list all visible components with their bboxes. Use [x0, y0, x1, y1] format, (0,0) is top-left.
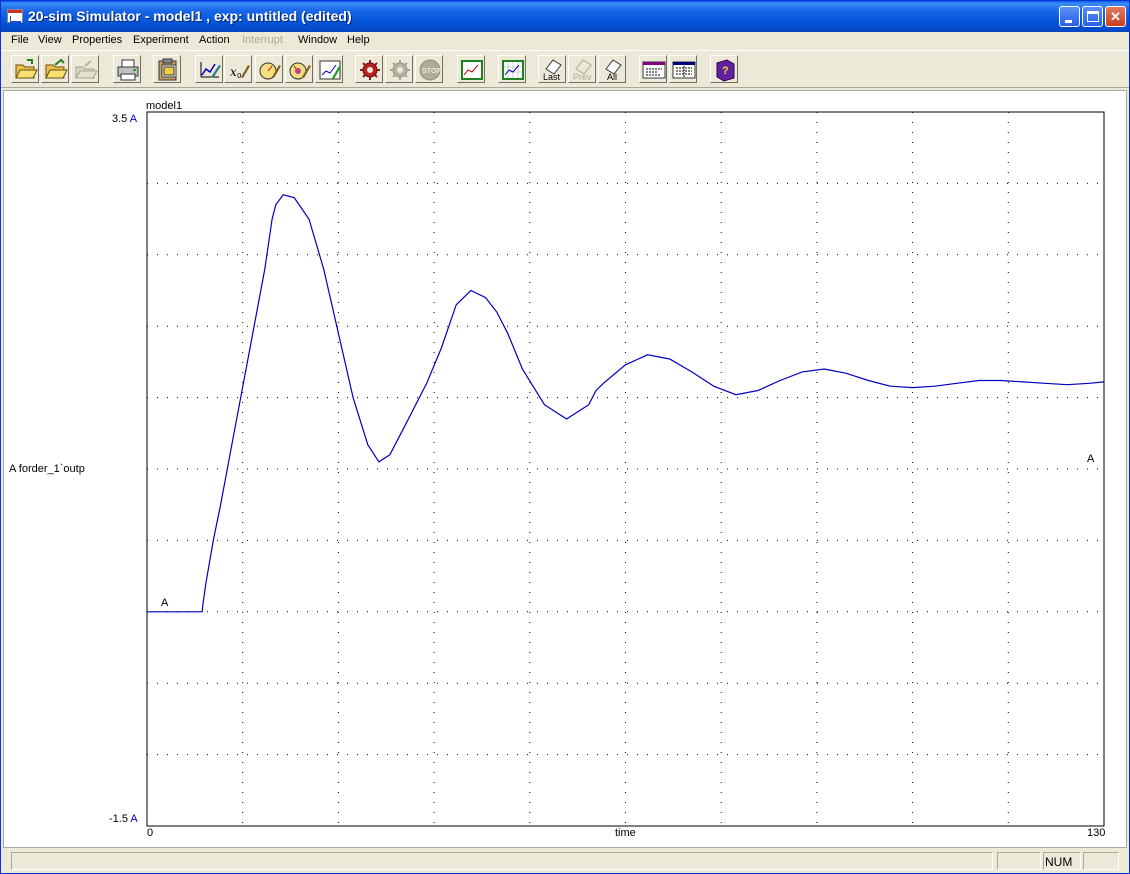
- svg-text:STOP: STOP: [422, 68, 441, 75]
- curve-start-label: A: [161, 597, 169, 609]
- open-folder-arrow-icon: [45, 58, 68, 79]
- minimize-button[interactable]: [1059, 6, 1080, 27]
- save-folder-icon: [75, 60, 98, 79]
- print-button[interactable]: [113, 55, 141, 83]
- status-pane-3: [1083, 852, 1119, 870]
- app-icon[interactable]: [7, 9, 23, 23]
- status-bar: NUM: [1, 849, 1129, 873]
- menu-properties[interactable]: Properties: [72, 34, 122, 46]
- plot-properties-button[interactable]: [195, 55, 223, 83]
- open-button[interactable]: [11, 55, 39, 83]
- open-experiment-button[interactable]: [41, 55, 69, 83]
- equation-icon: [642, 61, 666, 79]
- menu-help[interactable]: Help: [347, 34, 370, 46]
- menu-window[interactable]: Window: [298, 34, 337, 46]
- menu-interrupt[interactable]: Interrupt: [242, 34, 283, 46]
- x-min-tick: 0: [147, 827, 154, 839]
- erase-prev-label: Prev: [573, 72, 592, 82]
- close-icon: ✕: [1110, 9, 1121, 24]
- maximize-icon: [1087, 11, 1099, 22]
- plot-pencil-icon: [200, 62, 221, 78]
- y-max-tick: 3.5 A: [112, 113, 138, 125]
- stop-button[interactable]: STOP: [415, 55, 443, 83]
- minimize-icon: [1065, 20, 1072, 23]
- zoom-plot-button[interactable]: [498, 55, 526, 83]
- parameters-button[interactable]: x0: [224, 55, 252, 83]
- clipboard-icon: [158, 58, 177, 81]
- equations-button[interactable]: [639, 55, 667, 83]
- y-axis-label: A forder_1`outp: [9, 463, 85, 475]
- stop-icon: STOP: [419, 59, 441, 81]
- status-message-pane: [11, 852, 993, 870]
- variables-button[interactable]: [669, 55, 697, 83]
- menu-action[interactable]: Action: [199, 34, 230, 46]
- menu-view[interactable]: View: [38, 34, 62, 46]
- maximize-button[interactable]: [1082, 6, 1103, 27]
- toolbar: x0 STOP Last Prev All ?: [1, 50, 1129, 88]
- continue-button[interactable]: [385, 55, 413, 83]
- status-pane-1: [997, 852, 1041, 870]
- printer-icon: [117, 59, 139, 81]
- equation-grid-icon: [672, 61, 696, 79]
- copy-plot-button[interactable]: [153, 55, 181, 83]
- erase-all-button[interactable]: All: [598, 55, 626, 83]
- gauge-pencil-color-icon: [289, 62, 311, 80]
- x0-pencil-icon: x0: [230, 65, 250, 80]
- gauge-pencil-icon: [259, 62, 281, 80]
- erase-prev-button[interactable]: Prev: [568, 55, 596, 83]
- multiple-run-button[interactable]: [285, 55, 313, 83]
- svg-text:?: ?: [722, 65, 729, 77]
- x-max-tick: 130: [1087, 827, 1106, 839]
- help-button[interactable]: ?: [710, 55, 738, 83]
- svg-text:x: x: [230, 65, 237, 79]
- gear-icon: [390, 60, 410, 80]
- close-button[interactable]: ✕: [1105, 6, 1126, 27]
- graph-pencil-icon: [319, 60, 341, 80]
- simulator-window: 20-sim Simulator - model1 , exp: untitle…: [0, 0, 1130, 874]
- save-button[interactable]: [71, 55, 99, 83]
- num-lock-indicator: NUM: [1045, 855, 1073, 869]
- plot-window-button[interactable]: [315, 55, 343, 83]
- erase-last-label: Last: [543, 72, 561, 82]
- title-bar[interactable]: 20-sim Simulator - model1 , exp: untitle…: [1, 1, 1129, 32]
- help-book-icon: ?: [716, 59, 735, 82]
- menu-file[interactable]: File: [11, 34, 29, 46]
- erase-all-label: All: [607, 72, 618, 82]
- erase-last-button[interactable]: Last: [538, 55, 566, 83]
- plot-frame: [146, 111, 1105, 827]
- run-button[interactable]: [355, 55, 383, 83]
- run-properties-button[interactable]: [255, 55, 283, 83]
- window-title: 20-sim Simulator - model1 , exp: untitle…: [28, 8, 352, 24]
- x-axis-label: time: [615, 827, 636, 839]
- model-label: model1: [146, 100, 183, 112]
- gear-run-icon: [360, 60, 380, 80]
- menu-bar: File View Properties Experiment Action I…: [1, 32, 1129, 50]
- fit-plot-button[interactable]: [457, 55, 485, 83]
- plot-area[interactable]: model1 3.5 A -1.5 A A forder_1`outp 0 ti…: [3, 90, 1127, 848]
- y-min-tick: -1.5 A: [109, 813, 138, 825]
- plot-canvas[interactable]: [4, 91, 1128, 849]
- menu-experiment[interactable]: Experiment: [133, 34, 189, 46]
- curve-end-label: A: [1087, 453, 1095, 465]
- graph-grid-icon: [502, 60, 524, 80]
- graph-icon: [461, 60, 483, 80]
- open-folder-icon: [15, 59, 38, 79]
- svg-text:0: 0: [237, 72, 241, 80]
